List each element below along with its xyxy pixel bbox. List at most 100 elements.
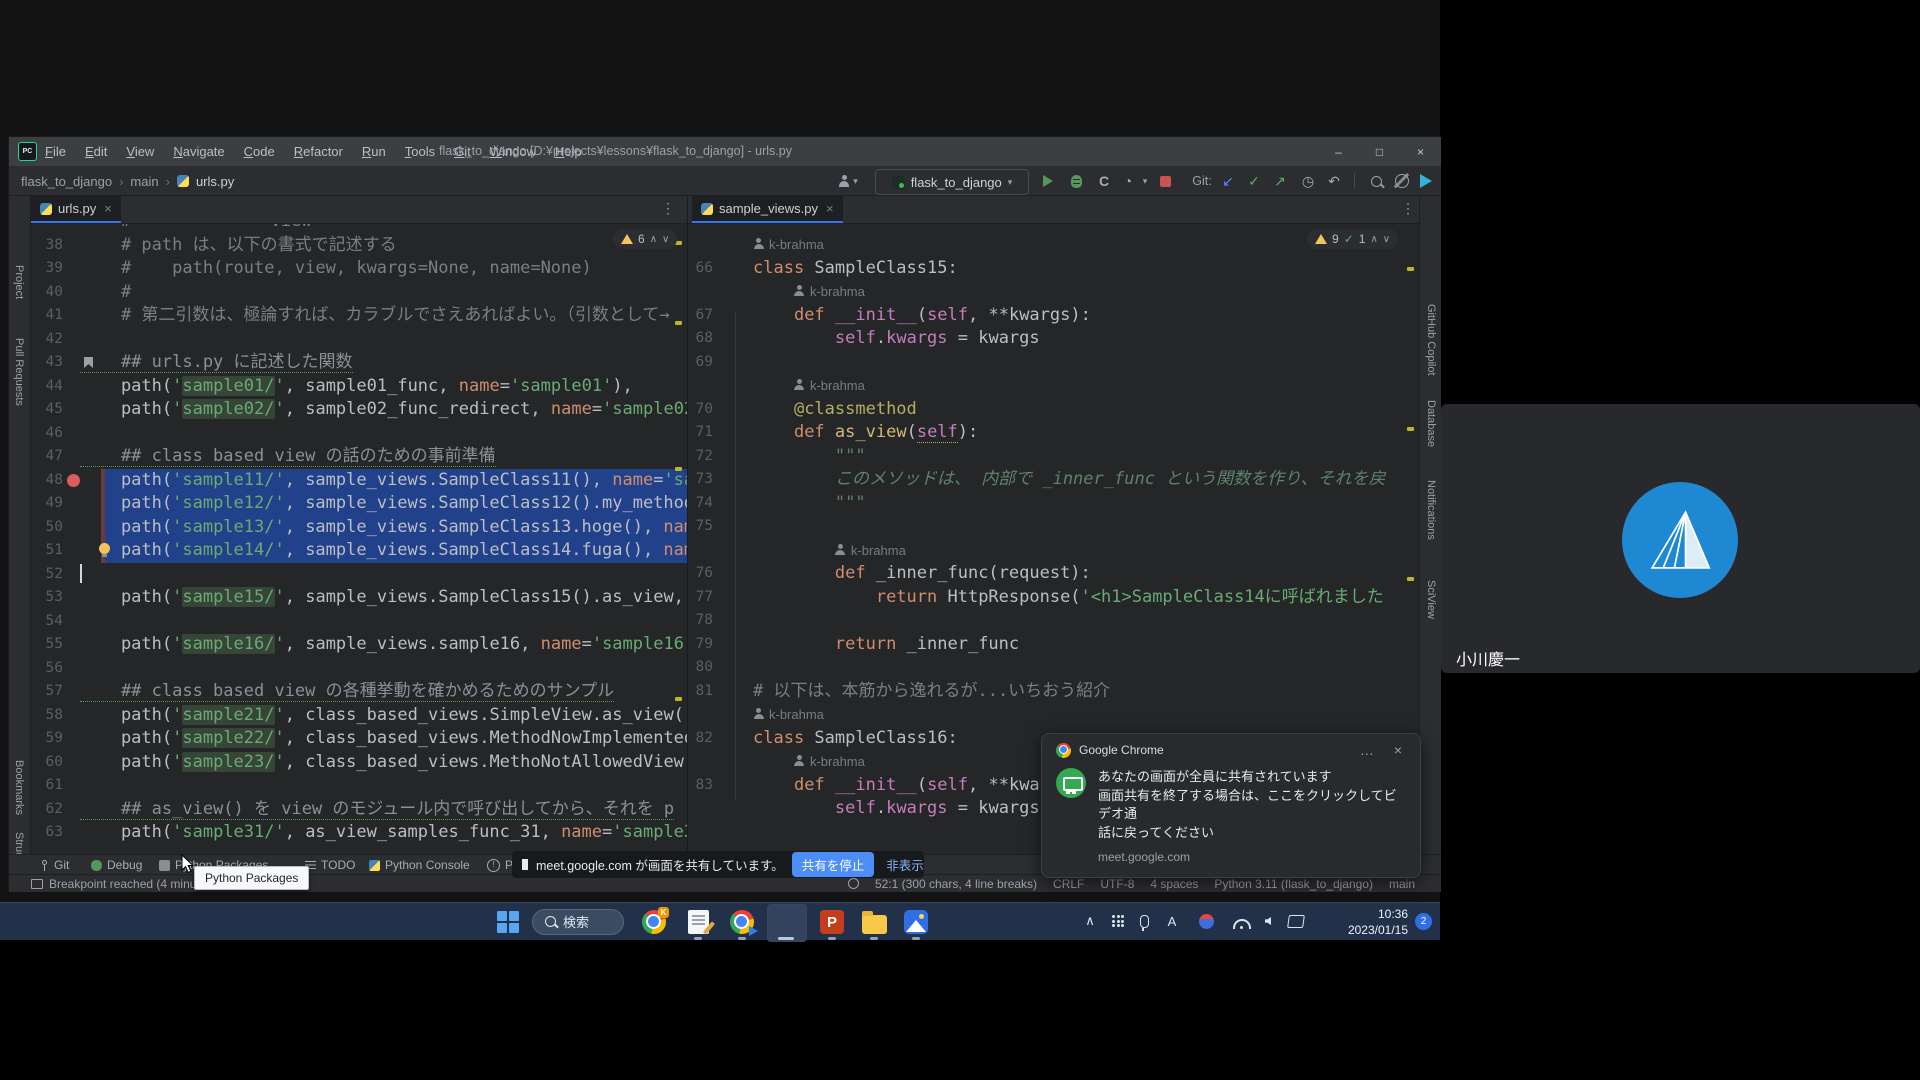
menu-edit[interactable]: Edit — [85, 144, 107, 159]
inspection-widget-left[interactable]: 6 ∧ ∨ — [613, 229, 677, 249]
plugin-button[interactable] — [1417, 169, 1435, 193]
start-button[interactable] — [497, 903, 519, 940]
close-icon[interactable]: × — [826, 201, 834, 216]
debug-button[interactable] — [1067, 169, 1085, 193]
line-number[interactable]: 44 — [31, 375, 63, 399]
popup-menu-icon[interactable]: … — [1354, 742, 1380, 758]
minimize-button[interactable]: – — [1318, 137, 1359, 166]
line-number[interactable]: 70 — [688, 398, 713, 422]
git-commit-button[interactable]: ✓ — [1245, 169, 1263, 193]
line-number[interactable] — [688, 750, 713, 774]
line-number[interactable] — [31, 224, 63, 234]
menu-refactor[interactable]: Refactor — [294, 144, 343, 159]
popup-close-icon[interactable]: × — [1388, 742, 1408, 758]
line-number[interactable]: 50 — [31, 516, 63, 540]
left-tool-stripe[interactable]: ProjectPull RequestsBookmarksStructure — [9, 196, 31, 854]
line-number[interactable]: 82 — [688, 727, 713, 751]
popup-message[interactable]: あなたの画面が全員に共有されています 画面共有を終了する場合は、ここをクリックし… — [1098, 768, 1406, 842]
line-number[interactable] — [688, 374, 713, 398]
tool-window-button-todo[interactable]: TODO — [305, 856, 355, 874]
taskbar-app-chrome-sharing[interactable] — [728, 908, 756, 936]
editor-left-urls-py[interactable]: # ・・・・・・・ view ・・・・・・・・・・・・・・・・38 # path… — [31, 224, 687, 854]
line-number[interactable] — [688, 233, 713, 257]
breadcrumb[interactable]: flask_to_django›main›urls.py — [21, 166, 234, 196]
line-number[interactable]: 71 — [688, 421, 713, 445]
status-item[interactable]: main — [1389, 877, 1415, 891]
line-number[interactable]: 61 — [31, 774, 63, 798]
status-item[interactable]: Python 3.11 (flask_to_django) — [1214, 877, 1373, 891]
line-number[interactable]: 38 — [31, 234, 63, 258]
taskbar-app-explorer[interactable] — [860, 908, 888, 936]
tab-sample-views-py[interactable]: sample_views.py × — [692, 196, 843, 223]
stop-sharing-button[interactable]: 共有を停止 — [792, 852, 875, 877]
rollback-button[interactable]: ↶ — [1325, 169, 1343, 193]
tray-ime-icon[interactable]: A — [1162, 911, 1182, 931]
run-more-chevron[interactable]: ▾ — [1139, 169, 1151, 193]
line-number[interactable]: 45 — [31, 398, 63, 422]
stripe-github-copilot[interactable]: GitHub Copilot — [1425, 304, 1437, 376]
status-item[interactable]: UTF-8 — [1100, 877, 1134, 891]
menu-run[interactable]: Run — [362, 144, 386, 159]
line-number[interactable]: 42 — [31, 328, 63, 352]
line-number[interactable]: 68 — [688, 327, 713, 351]
run-configuration-select[interactable]: flask_to_django ▾ — [875, 169, 1029, 195]
tab-urls-py[interactable]: urls.py × — [31, 196, 121, 223]
breadcrumb-item[interactable]: flask_to_django — [21, 174, 112, 189]
menu-file[interactable]: File — [45, 144, 66, 159]
coverage-button[interactable]: C — [1095, 169, 1113, 193]
line-number[interactable]: 55 — [31, 633, 63, 657]
prev-problem-icon[interactable]: ∧ — [650, 234, 657, 245]
taskbar-app-chrome[interactable]: K — [640, 908, 668, 936]
taskbar-app-photos[interactable] — [902, 908, 930, 936]
line-number[interactable]: 39 — [31, 257, 63, 281]
line-number[interactable]: 58 — [31, 704, 63, 728]
stripe-database[interactable]: Database — [1425, 400, 1437, 447]
profiler-button[interactable]: ◔ — [1119, 169, 1137, 193]
status-right-widgets[interactable]: 52:1 (300 chars, 4 line breaks)CRLFUTF-8… — [848, 877, 1415, 891]
line-number[interactable]: 48 — [31, 469, 63, 493]
line-number[interactable] — [688, 797, 713, 821]
line-number[interactable]: 41 — [31, 304, 63, 328]
line-number[interactable]: 79 — [688, 633, 713, 657]
maximize-button[interactable]: □ — [1359, 137, 1400, 166]
line-number[interactable]: 66 — [688, 257, 713, 281]
line-number[interactable]: 56 — [31, 657, 63, 681]
taskbar-search[interactable]: 検索 — [532, 903, 624, 940]
status-item[interactable]: CRLF — [1053, 877, 1084, 891]
line-number[interactable]: 81 — [688, 680, 713, 704]
taskbar-app-powerpoint[interactable]: P — [818, 908, 846, 936]
next-problem-icon[interactable]: ∨ — [1383, 234, 1390, 245]
notification-badge[interactable]: 2 — [1415, 913, 1432, 930]
tray-wifi-icon[interactable] — [1232, 911, 1252, 931]
line-number[interactable]: 40 — [31, 281, 63, 305]
breakpoint-icon[interactable] — [67, 474, 80, 487]
stop-button[interactable] — [1157, 169, 1173, 193]
menu-tools[interactable]: Tools — [405, 144, 435, 159]
stripe-notifications[interactable]: Notifications — [1425, 480, 1437, 540]
line-number[interactable]: 52 — [31, 563, 63, 587]
settings-button[interactable] — [1393, 169, 1411, 193]
inspection-widget-right[interactable]: 9 ✓ 1 ∧ ∨ — [1307, 229, 1398, 249]
line-number[interactable]: 73 — [688, 468, 713, 492]
line-number[interactable]: 54 — [31, 610, 63, 634]
line-number[interactable]: 83 — [688, 774, 713, 798]
line-number[interactable]: 47 — [31, 445, 63, 469]
line-number[interactable]: 63 — [31, 821, 63, 845]
intention-bulb-icon[interactable] — [99, 543, 110, 554]
tool-window-button-git[interactable]: Git — [38, 856, 69, 874]
line-number[interactable]: 59 — [31, 727, 63, 751]
line-number[interactable] — [688, 703, 713, 727]
line-number[interactable]: 75 — [688, 515, 713, 539]
line-number[interactable]: 46 — [31, 422, 63, 446]
line-number[interactable]: 74 — [688, 492, 713, 516]
line-number[interactable]: 67 — [688, 304, 713, 328]
tray-mic-icon[interactable] — [1134, 911, 1154, 931]
hide-button[interactable]: 非表示 — [882, 852, 928, 877]
line-number[interactable]: 77 — [688, 586, 713, 610]
line-number[interactable]: 53 — [31, 586, 63, 610]
menu-view[interactable]: View — [126, 144, 154, 159]
stripe-sciview[interactable]: SciView — [1425, 580, 1437, 619]
line-number[interactable]: 69 — [688, 351, 713, 375]
close-icon[interactable]: × — [104, 201, 112, 216]
next-problem-icon[interactable]: ∨ — [662, 234, 669, 245]
